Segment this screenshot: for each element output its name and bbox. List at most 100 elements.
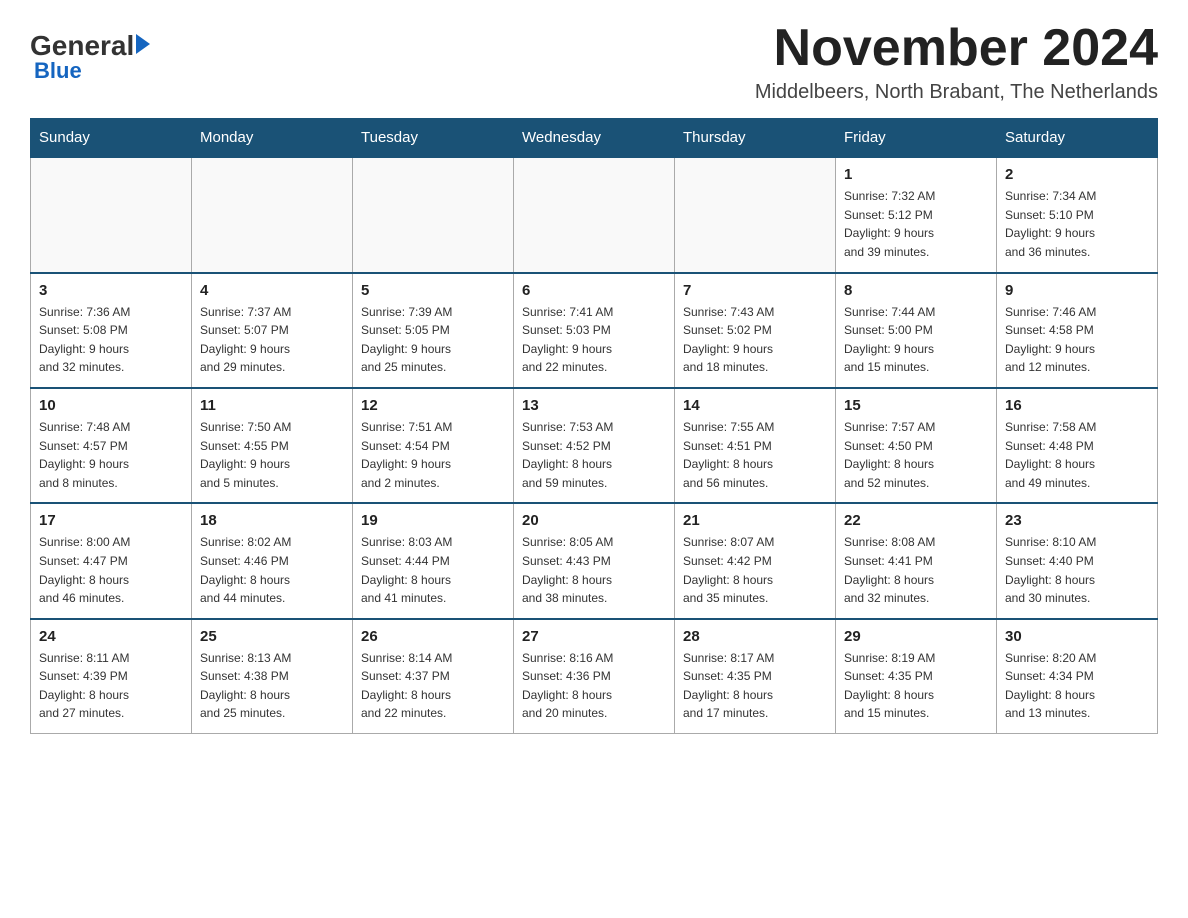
title-area: November 2024 Middelbeers, North Brabant… <box>755 20 1158 104</box>
day-number: 2 <box>1005 166 1149 183</box>
day-info: Sunrise: 7:50 AM Sunset: 4:55 PM Dayligh… <box>200 418 344 492</box>
calendar-cell: 17 Sunrise: 8:00 AM Sunset: 4:47 PM Dayli… <box>31 503 192 618</box>
header: General Blue November 2024 Middelbeers, … <box>30 20 1158 104</box>
calendar-cell: 4 Sunrise: 7:37 AM Sunset: 5:07 PM Daylig… <box>192 273 353 388</box>
day-number: 7 <box>683 282 827 299</box>
day-info: Sunrise: 8:19 AM Sunset: 4:35 PM Dayligh… <box>844 649 988 723</box>
month-title: November 2024 <box>755 20 1158 77</box>
day-number: 25 <box>200 628 344 645</box>
calendar-cell <box>514 157 675 272</box>
calendar-week-1: 1 Sunrise: 7:32 AM Sunset: 5:12 PM Daylig… <box>31 157 1158 272</box>
day-info: Sunrise: 7:48 AM Sunset: 4:57 PM Dayligh… <box>39 418 183 492</box>
day-info: Sunrise: 8:07 AM Sunset: 4:42 PM Dayligh… <box>683 533 827 607</box>
calendar-cell: 11 Sunrise: 7:50 AM Sunset: 4:55 PM Dayli… <box>192 388 353 503</box>
day-info: Sunrise: 8:14 AM Sunset: 4:37 PM Dayligh… <box>361 649 505 723</box>
calendar-cell: 15 Sunrise: 7:57 AM Sunset: 4:50 PM Dayli… <box>836 388 997 503</box>
day-number: 13 <box>522 397 666 414</box>
calendar-cell: 10 Sunrise: 7:48 AM Sunset: 4:57 PM Dayli… <box>31 388 192 503</box>
day-number: 30 <box>1005 628 1149 645</box>
calendar-cell: 20Sunrise: 8:05 AM Sunset: 4:43 PM Dayli… <box>514 503 675 618</box>
day-info: Sunrise: 8:13 AM Sunset: 4:38 PM Dayligh… <box>200 649 344 723</box>
calendar-cell: 2 Sunrise: 7:34 AM Sunset: 5:10 PM Daylig… <box>997 157 1158 272</box>
calendar-cell: 28 Sunrise: 8:17 AM Sunset: 4:35 PM Dayli… <box>675 619 836 734</box>
calendar-cell <box>31 157 192 272</box>
calendar-cell: 3 Sunrise: 7:36 AM Sunset: 5:08 PM Daylig… <box>31 273 192 388</box>
location-title: Middelbeers, North Brabant, The Netherla… <box>755 81 1158 104</box>
day-info: Sunrise: 7:36 AM Sunset: 5:08 PM Dayligh… <box>39 303 183 377</box>
calendar-header-row: SundayMondayTuesdayWednesdayThursdayFrid… <box>31 119 1158 158</box>
calendar-cell: 7 Sunrise: 7:43 AM Sunset: 5:02 PM Daylig… <box>675 273 836 388</box>
calendar-cell: 12 Sunrise: 7:51 AM Sunset: 4:54 PM Dayli… <box>353 388 514 503</box>
day-number: 16 <box>1005 397 1149 414</box>
day-number: 15 <box>844 397 988 414</box>
day-number: 5 <box>361 282 505 299</box>
day-info: Sunrise: 7:58 AM Sunset: 4:48 PM Dayligh… <box>1005 418 1149 492</box>
calendar-cell: 30 Sunrise: 8:20 AM Sunset: 4:34 PM Dayli… <box>997 619 1158 734</box>
column-header-monday: Monday <box>192 119 353 158</box>
day-info: Sunrise: 8:00 AM Sunset: 4:47 PM Dayligh… <box>39 533 183 607</box>
day-number: 1 <box>844 166 988 183</box>
calendar-cell: 8 Sunrise: 7:44 AM Sunset: 5:00 PM Daylig… <box>836 273 997 388</box>
day-number: 23 <box>1005 512 1149 529</box>
day-number: 4 <box>200 282 344 299</box>
day-number: 9 <box>1005 282 1149 299</box>
day-info: Sunrise: 8:02 AM Sunset: 4:46 PM Dayligh… <box>200 533 344 607</box>
calendar-cell: 5Sunrise: 7:39 AM Sunset: 5:05 PM Daylig… <box>353 273 514 388</box>
calendar-cell: 21 Sunrise: 8:07 AM Sunset: 4:42 PM Dayli… <box>675 503 836 618</box>
column-header-friday: Friday <box>836 119 997 158</box>
day-number: 26 <box>361 628 505 645</box>
day-info: Sunrise: 8:08 AM Sunset: 4:41 PM Dayligh… <box>844 533 988 607</box>
calendar-cell: 24Sunrise: 8:11 AM Sunset: 4:39 PM Dayli… <box>31 619 192 734</box>
calendar: SundayMondayTuesdayWednesdayThursdayFrid… <box>30 118 1158 734</box>
day-number: 28 <box>683 628 827 645</box>
day-info: Sunrise: 7:32 AM Sunset: 5:12 PM Dayligh… <box>844 187 988 261</box>
day-info: Sunrise: 7:44 AM Sunset: 5:00 PM Dayligh… <box>844 303 988 377</box>
day-info: Sunrise: 8:11 AM Sunset: 4:39 PM Dayligh… <box>39 649 183 723</box>
day-info: Sunrise: 8:10 AM Sunset: 4:40 PM Dayligh… <box>1005 533 1149 607</box>
calendar-cell: 23 Sunrise: 8:10 AM Sunset: 4:40 PM Dayli… <box>997 503 1158 618</box>
logo-blue: Blue <box>34 58 150 84</box>
day-number: 17 <box>39 512 183 529</box>
calendar-cell: 27 Sunrise: 8:16 AM Sunset: 4:36 PM Dayli… <box>514 619 675 734</box>
day-number: 22 <box>844 512 988 529</box>
column-header-sunday: Sunday <box>31 119 192 158</box>
day-info: Sunrise: 7:41 AM Sunset: 5:03 PM Dayligh… <box>522 303 666 377</box>
column-header-thursday: Thursday <box>675 119 836 158</box>
day-info: Sunrise: 7:57 AM Sunset: 4:50 PM Dayligh… <box>844 418 988 492</box>
calendar-cell: 25 Sunrise: 8:13 AM Sunset: 4:38 PM Dayli… <box>192 619 353 734</box>
calendar-cell: 18 Sunrise: 8:02 AM Sunset: 4:46 PM Dayli… <box>192 503 353 618</box>
calendar-cell: 19 Sunrise: 8:03 AM Sunset: 4:44 PM Dayli… <box>353 503 514 618</box>
day-number: 3 <box>39 282 183 299</box>
day-info: Sunrise: 8:16 AM Sunset: 4:36 PM Dayligh… <box>522 649 666 723</box>
day-number: 10 <box>39 397 183 414</box>
day-info: Sunrise: 8:20 AM Sunset: 4:34 PM Dayligh… <box>1005 649 1149 723</box>
day-info: Sunrise: 7:34 AM Sunset: 5:10 PM Dayligh… <box>1005 187 1149 261</box>
day-info: Sunrise: 8:17 AM Sunset: 4:35 PM Dayligh… <box>683 649 827 723</box>
day-number: 18 <box>200 512 344 529</box>
day-info: Sunrise: 7:46 AM Sunset: 4:58 PM Dayligh… <box>1005 303 1149 377</box>
day-number: 14 <box>683 397 827 414</box>
day-info: Sunrise: 7:53 AM Sunset: 4:52 PM Dayligh… <box>522 418 666 492</box>
calendar-cell <box>353 157 514 272</box>
day-number: 11 <box>200 397 344 414</box>
day-info: Sunrise: 8:03 AM Sunset: 4:44 PM Dayligh… <box>361 533 505 607</box>
day-info: Sunrise: 7:51 AM Sunset: 4:54 PM Dayligh… <box>361 418 505 492</box>
day-number: 27 <box>522 628 666 645</box>
column-header-wednesday: Wednesday <box>514 119 675 158</box>
calendar-cell: 1 Sunrise: 7:32 AM Sunset: 5:12 PM Daylig… <box>836 157 997 272</box>
calendar-cell: 26 Sunrise: 8:14 AM Sunset: 4:37 PM Dayli… <box>353 619 514 734</box>
calendar-cell: 29Sunrise: 8:19 AM Sunset: 4:35 PM Dayli… <box>836 619 997 734</box>
day-number: 21 <box>683 512 827 529</box>
day-info: Sunrise: 7:55 AM Sunset: 4:51 PM Dayligh… <box>683 418 827 492</box>
day-number: 8 <box>844 282 988 299</box>
day-number: 12 <box>361 397 505 414</box>
day-number: 19 <box>361 512 505 529</box>
day-info: Sunrise: 7:43 AM Sunset: 5:02 PM Dayligh… <box>683 303 827 377</box>
calendar-cell: 6Sunrise: 7:41 AM Sunset: 5:03 PM Daylig… <box>514 273 675 388</box>
calendar-week-5: 24Sunrise: 8:11 AM Sunset: 4:39 PM Dayli… <box>31 619 1158 734</box>
calendar-week-4: 17 Sunrise: 8:00 AM Sunset: 4:47 PM Dayli… <box>31 503 1158 618</box>
column-header-saturday: Saturday <box>997 119 1158 158</box>
calendar-cell: 13 Sunrise: 7:53 AM Sunset: 4:52 PM Dayli… <box>514 388 675 503</box>
calendar-week-2: 3 Sunrise: 7:36 AM Sunset: 5:08 PM Daylig… <box>31 273 1158 388</box>
day-info: Sunrise: 7:37 AM Sunset: 5:07 PM Dayligh… <box>200 303 344 377</box>
